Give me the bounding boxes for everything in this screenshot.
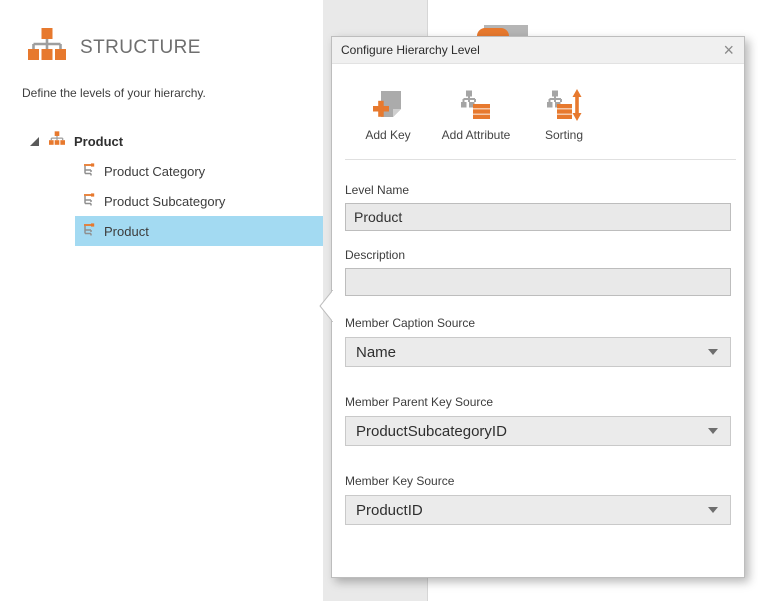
tree-item-label: Product Category [104,164,205,179]
member-key-source-dropdown[interactable]: ProductID [345,495,731,525]
hierarchy-tree: Product Product Category Product Subcate… [0,126,323,246]
tool-label: Add Attribute [442,128,511,142]
tree-item-product-selected[interactable]: Product [75,216,323,246]
obscured-background-icon [477,25,529,36]
configure-hierarchy-level-dialog: Configure Hierarchy Level × Add Key [331,36,745,578]
tool-label: Sorting [545,128,583,142]
dialog-form: Level Name Description Member Caption So… [332,183,744,525]
hierarchy-level-icon [80,221,96,242]
member-key-source-label: Member Key Source [345,474,731,488]
member-parent-key-source-label: Member Parent Key Source [345,395,731,409]
tree-item-label: Product [104,224,149,239]
dropdown-value: Name [356,344,396,361]
obscured-icon-circle [477,28,509,36]
member-caption-source-label: Member Caption Source [345,316,731,330]
structure-header: STRUCTURE [28,28,201,67]
tree-item-label: Product Subcategory [104,194,225,209]
popover-callout-arrow [319,290,333,322]
expander-icon[interactable] [30,137,39,146]
close-icon[interactable]: × [721,42,736,58]
panel-subtitle: Define the levels of your hierarchy. [22,86,206,100]
description-input[interactable] [345,268,731,296]
sorting-button[interactable]: Sorting [524,88,604,142]
tree-item-product-subcategory[interactable]: Product Subcategory [75,186,323,216]
tree-root-product[interactable]: Product [0,126,323,156]
level-name-label: Level Name [345,183,731,197]
add-attribute-icon [459,88,493,122]
toolbar-separator [345,159,736,160]
add-key-icon [371,88,405,122]
tree-item-product-category[interactable]: Product Category [75,156,323,186]
dialog-toolbar: Add Key Add Attribute [332,64,744,142]
description-label: Description [345,248,731,262]
structure-icon [28,28,66,67]
dropdown-value: ProductSubcategoryID [356,423,507,440]
chevron-down-icon [708,507,718,513]
sorting-icon [545,88,583,122]
structure-mini-icon [49,131,65,151]
chevron-down-icon [708,428,718,434]
hierarchy-level-icon [80,191,96,212]
dropdown-value: ProductID [356,502,423,519]
member-caption-source-dropdown[interactable]: Name [345,337,731,367]
tool-label: Add Key [365,128,410,142]
tree-root-label: Product [74,134,123,149]
page-title: STRUCTURE [80,37,201,59]
level-name-input[interactable] [345,203,731,231]
add-attribute-button[interactable]: Add Attribute [436,88,516,142]
member-parent-key-source-dropdown[interactable]: ProductSubcategoryID [345,416,731,446]
chevron-down-icon [708,349,718,355]
dialog-titlebar: Configure Hierarchy Level × [332,37,744,64]
dialog-title: Configure Hierarchy Level [341,43,721,57]
hierarchy-level-icon [80,161,96,182]
add-key-button[interactable]: Add Key [348,88,428,142]
